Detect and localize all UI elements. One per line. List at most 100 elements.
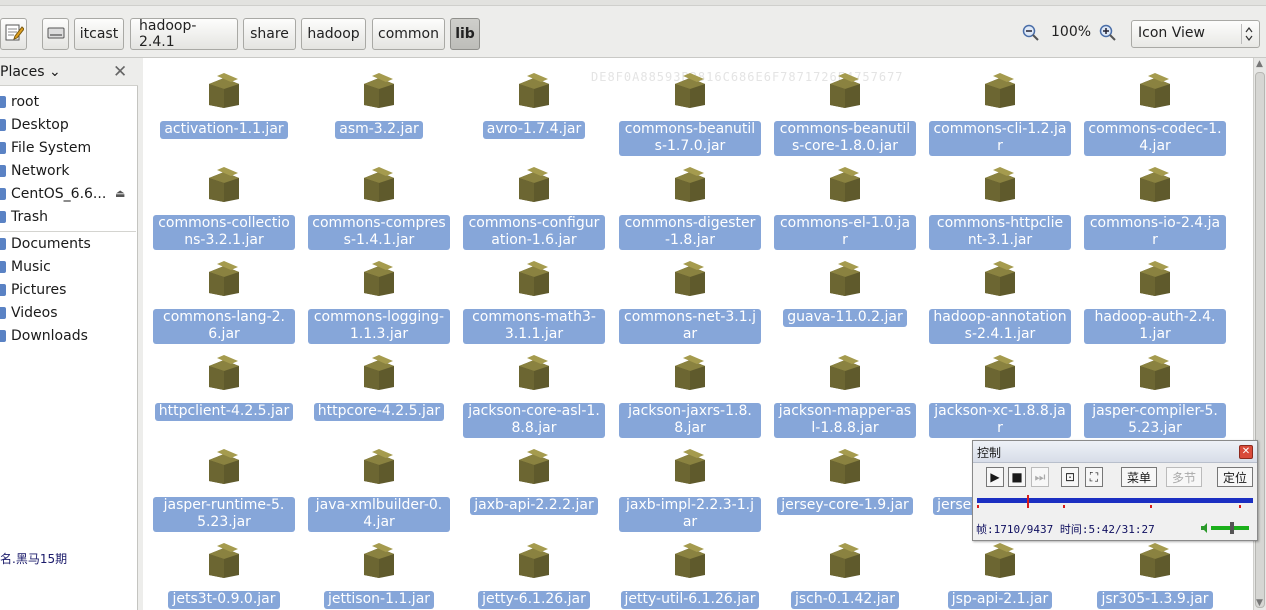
sidebar-item-videos[interactable]: Videos (0, 303, 58, 323)
chapter-tick (977, 505, 979, 508)
file-name: commons-beanutils-1.7.0.jar (619, 121, 761, 156)
close-icon[interactable]: ✕ (1239, 445, 1253, 459)
sidebar-item-trash[interactable]: Trash (0, 207, 48, 227)
eject-icon[interactable]: ⏏ (115, 187, 125, 200)
toolbar: itcast hadoop-2.4.1 share hadoop common … (0, 0, 1266, 58)
jar-package-icon (983, 260, 1017, 296)
view-mode-select[interactable]: Icon View (1131, 20, 1260, 48)
sidebar-item-music[interactable]: Music (0, 257, 51, 277)
trash-icon (0, 211, 6, 223)
jar-package-icon (983, 166, 1017, 202)
jar-package-icon (517, 448, 551, 484)
chapter-tick (1150, 505, 1152, 508)
drive-icon (0, 142, 6, 154)
crumb-itcast[interactable]: itcast (74, 18, 124, 50)
sidebar-item-network[interactable]: Network (0, 161, 69, 181)
stop-button[interactable]: ■ (1008, 467, 1026, 487)
jar-package-icon (1138, 354, 1172, 390)
crumb-label: itcast (79, 26, 119, 42)
jar-package-icon (673, 448, 707, 484)
sidebar-item-label: Network (11, 163, 70, 179)
progress-marker[interactable] (1026, 495, 1029, 508)
jar-package-icon (983, 354, 1017, 390)
file-name: jsr305-1.3.9.jar (1097, 591, 1213, 609)
sidebar-item-label: CentOS_6.6... (11, 186, 107, 202)
chevron-updown-icon (1241, 24, 1255, 44)
file-name: commons-httpclient-3.1.jar (929, 215, 1071, 250)
play-button[interactable]: ▶ (986, 467, 1004, 487)
window-top-strip (0, 0, 1266, 6)
jar-package-icon (517, 166, 551, 202)
scroll-down-icon[interactable]: ▼ (1256, 598, 1263, 608)
locate-label: 定位 (1222, 470, 1247, 485)
drive-button[interactable] (42, 18, 69, 50)
fullscreen-icon: ⛶ (1089, 469, 1099, 484)
locate-button[interactable]: 定位 (1217, 467, 1253, 487)
sidebar-item-pictures[interactable]: Pictures (0, 280, 66, 300)
jar-package-icon (828, 542, 862, 578)
scroll-up-icon[interactable]: ▲ (1256, 59, 1263, 69)
file-name: jasper-runtime-5.5.23.jar (153, 497, 295, 532)
control-title-bar: 控制 (973, 441, 1257, 463)
file-name: commons-digester-1.8.jar (619, 215, 761, 250)
crumb-label: common (378, 26, 439, 42)
file-name: commons-beanutils-core-1.8.0.jar (774, 121, 916, 156)
fit-window-button[interactable]: ⊡ (1061, 467, 1079, 487)
sidebar-item-desktop[interactable]: Desktop (0, 115, 69, 135)
sidebar-item-file-system[interactable]: File System (0, 138, 91, 158)
sidebar-item-label: Documents (11, 236, 91, 252)
jar-package-icon (517, 542, 551, 578)
jar-package-icon (362, 72, 396, 108)
fullscreen-button[interactable]: ⛶ (1085, 467, 1103, 487)
zoom-in-icon[interactable] (1099, 24, 1117, 42)
jar-package-icon (673, 542, 707, 578)
play-icon: ▶ (990, 470, 1000, 484)
jar-package-icon (828, 448, 862, 484)
file-name: guava-11.0.2.jar (783, 309, 907, 327)
sidebar-item-documents[interactable]: Documents (0, 234, 91, 254)
next-frame-button[interactable]: ⏭ (1031, 467, 1049, 487)
jar-package-icon (207, 448, 241, 484)
time-label: 时间 (1059, 523, 1082, 536)
crumb-hadoop[interactable]: hadoop (301, 18, 366, 50)
file-name: httpclient-4.2.5.jar (154, 403, 294, 421)
chevron-down-icon: ⌄ (44, 64, 61, 80)
jar-package-icon (362, 542, 396, 578)
file-name: commons-cli-1.2.jar (929, 121, 1071, 156)
sidebar-item-downloads[interactable]: Downloads (0, 326, 88, 346)
chapter-tick (1063, 505, 1065, 508)
file-name: commons-codec-1.4.jar (1084, 121, 1226, 156)
edit-location-button[interactable] (0, 18, 27, 50)
crumb-lib[interactable]: lib (450, 18, 480, 50)
progress-track[interactable] (977, 498, 1253, 503)
crumb-hadoop-2-4-1[interactable]: hadoop-2.4.1 (130, 18, 238, 50)
multi-section-button[interactable]: 多节 (1166, 467, 1202, 487)
file-name: jaxb-impl-2.2.3-1.jar (619, 497, 761, 532)
crumb-label: hadoop (307, 26, 360, 42)
playback-info: 帧:1710/9437 时间:5:42/31:27 (976, 523, 1155, 536)
jar-package-icon (517, 354, 551, 390)
jar-package-icon (207, 354, 241, 390)
menu-button[interactable]: 菜单 (1121, 467, 1157, 487)
file-name: commons-compress-1.4.1.jar (308, 215, 450, 250)
jar-package-icon (1138, 72, 1172, 108)
file-name: commons-io-2.4.jar (1084, 215, 1226, 250)
file-name: jetty-6.1.26.jar (478, 591, 590, 609)
sidebar-item-label: Videos (11, 305, 58, 321)
jar-package-icon (517, 72, 551, 108)
close-sidebar-icon[interactable]: ✕ (113, 62, 127, 82)
zoom-out-icon[interactable] (1022, 24, 1040, 42)
file-name: jettison-1.1.jar (323, 591, 435, 609)
crumb-common[interactable]: common (372, 18, 445, 50)
home-icon (0, 96, 6, 108)
folder-icon (0, 307, 6, 319)
sidebar-item-root[interactable]: root (0, 92, 39, 112)
volume-slider[interactable] (1201, 521, 1253, 535)
player-control-panel: 控制 ✕ ▶ ■ ⏭ ⊡ ⛶ 菜单 多节 定位 帧:1710/9437 时间:5… (972, 440, 1258, 541)
folder-icon (0, 284, 6, 296)
crumb-share[interactable]: share (243, 18, 296, 50)
sidebar-item-centos[interactable]: CentOS_6.6... (0, 184, 106, 204)
places-dropdown[interactable]: Places ⌄ (0, 64, 61, 80)
file-name: jetty-util-6.1.26.jar (620, 591, 760, 609)
jar-package-icon (362, 260, 396, 296)
